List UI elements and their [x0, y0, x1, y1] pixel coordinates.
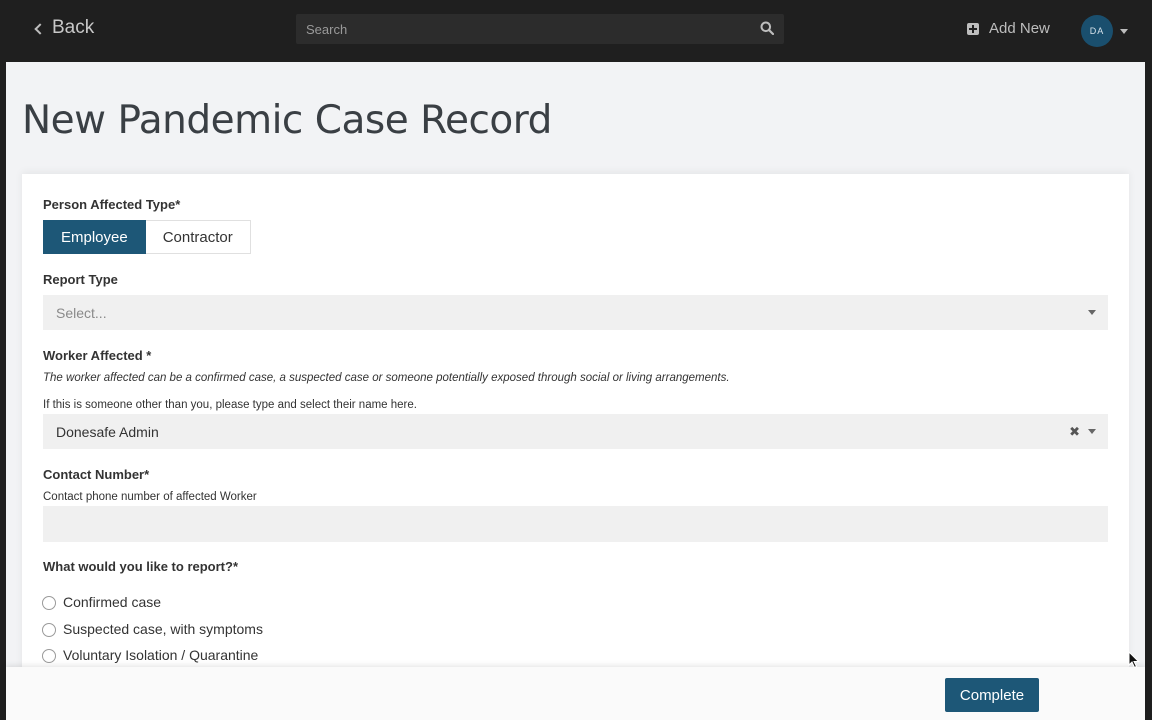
form-footer: Complete [6, 667, 1145, 720]
report-type-select[interactable]: Select... [43, 295, 1108, 330]
worker-affected-label: Worker Affected * [43, 348, 152, 363]
what-to-report-label: What would you like to report?* [43, 559, 238, 574]
caret-down-icon [1088, 310, 1096, 315]
radio-label: Voluntary Isolation / Quarantine [63, 646, 259, 663]
report-type-label: Report Type [43, 272, 118, 287]
radio-label: Confirmed case [63, 593, 162, 610]
add-new-button[interactable]: Add New [967, 20, 1050, 37]
caret-down-icon[interactable] [1120, 29, 1128, 34]
search-bar [296, 14, 784, 44]
plus-square-icon [967, 22, 979, 35]
worker-affected-help: If this is someone other than you, pleas… [43, 399, 417, 411]
report-type-placeholder: Select... [56, 304, 107, 321]
right-edge [1145, 62, 1152, 720]
voluntary-isolation-radio[interactable]: Voluntary Isolation / Quarantine [42, 646, 258, 663]
radio-circle[interactable] [42, 596, 56, 610]
top-navbar: Back Add New DA [0, 0, 1152, 62]
radio-label: Suspected case, with symptoms [63, 620, 263, 637]
worker-affected-help-italic: The worker affected can be a confirmed c… [43, 372, 730, 384]
search-input[interactable] [296, 14, 784, 44]
mouse-cursor-icon [1128, 651, 1140, 669]
contact-number-label: Contact Number* [43, 467, 150, 482]
form-card: Person Affected Type* Employee Contracto… [22, 174, 1129, 720]
contractor-option[interactable]: Contractor [145, 220, 251, 254]
person-affected-type-label: Person Affected Type* [43, 197, 181, 212]
worker-affected-select[interactable]: Donesafe Admin ✖ [43, 414, 1108, 449]
contact-number-input[interactable] [43, 506, 1108, 542]
user-avatar[interactable]: DA [1081, 15, 1113, 47]
complete-button[interactable]: Complete [945, 678, 1039, 712]
search-icon[interactable] [760, 21, 774, 35]
suspected-case-radio[interactable]: Suspected case, with symptoms [42, 620, 263, 637]
caret-down-icon [1088, 429, 1096, 434]
worker-affected-value: Donesafe Admin [56, 423, 159, 440]
radio-circle[interactable] [42, 649, 56, 663]
contact-number-help: Contact phone number of affected Worker [43, 491, 257, 503]
radio-circle[interactable] [42, 623, 56, 637]
clear-icon[interactable]: ✖ [1069, 424, 1080, 440]
chevron-left-icon [34, 23, 46, 35]
back-label: Back [52, 17, 95, 38]
add-new-label: Add New [989, 20, 1050, 37]
person-affected-type-toggle: Employee Contractor [43, 220, 251, 254]
page-content: New Pandemic Case Record Person Affected… [6, 62, 1145, 720]
employee-option[interactable]: Employee [43, 220, 146, 254]
confirmed-case-radio[interactable]: Confirmed case [42, 593, 161, 610]
page-title: New Pandemic Case Record [22, 98, 552, 143]
back-button[interactable]: Back [34, 17, 95, 39]
